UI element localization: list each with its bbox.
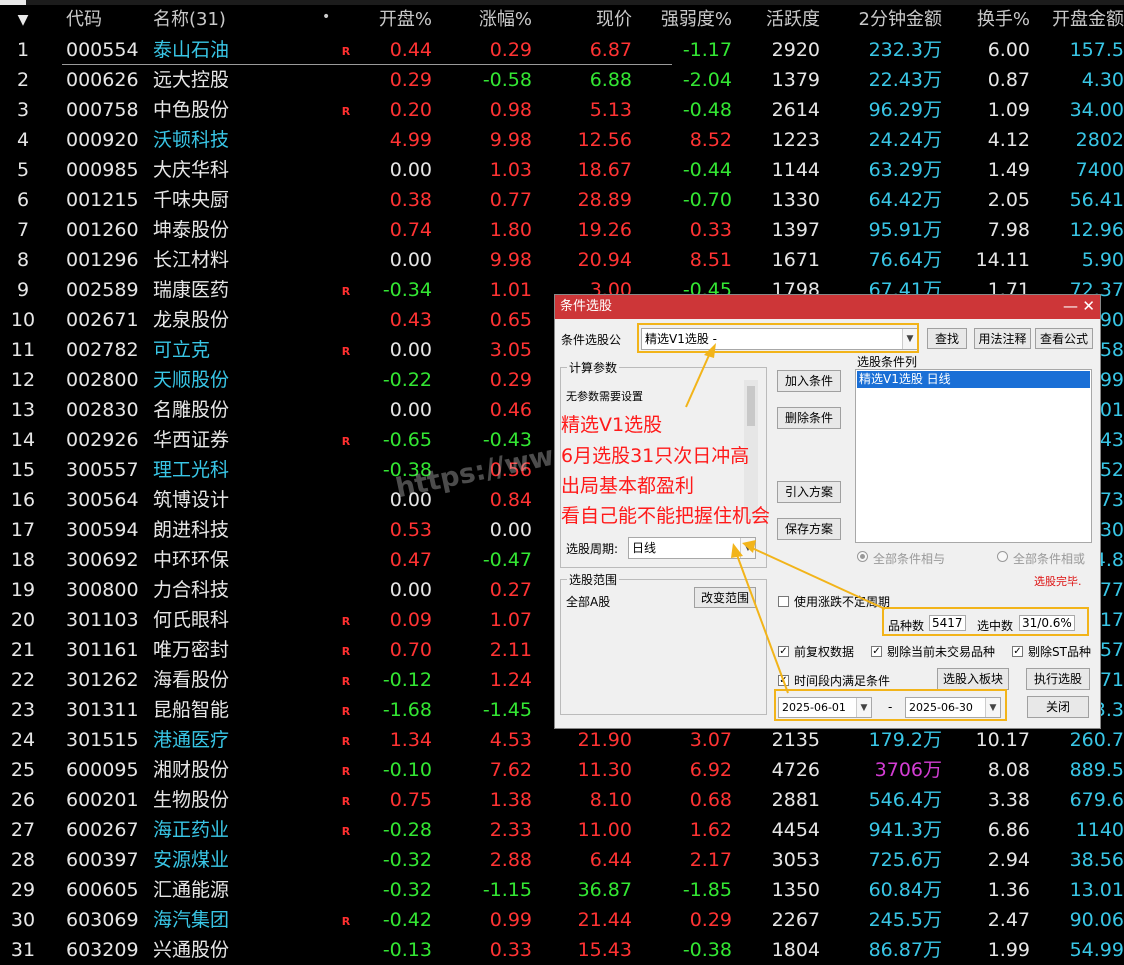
annotation-line-1: 精选V1选股 [561, 414, 663, 436]
annotation-line-3: 出局基本都盈利 [561, 475, 695, 497]
annotation-line-2: 6月选股31只次日冲高 [561, 445, 750, 467]
annotation-line-4: 看自己能不能把握住机会 [561, 505, 771, 527]
